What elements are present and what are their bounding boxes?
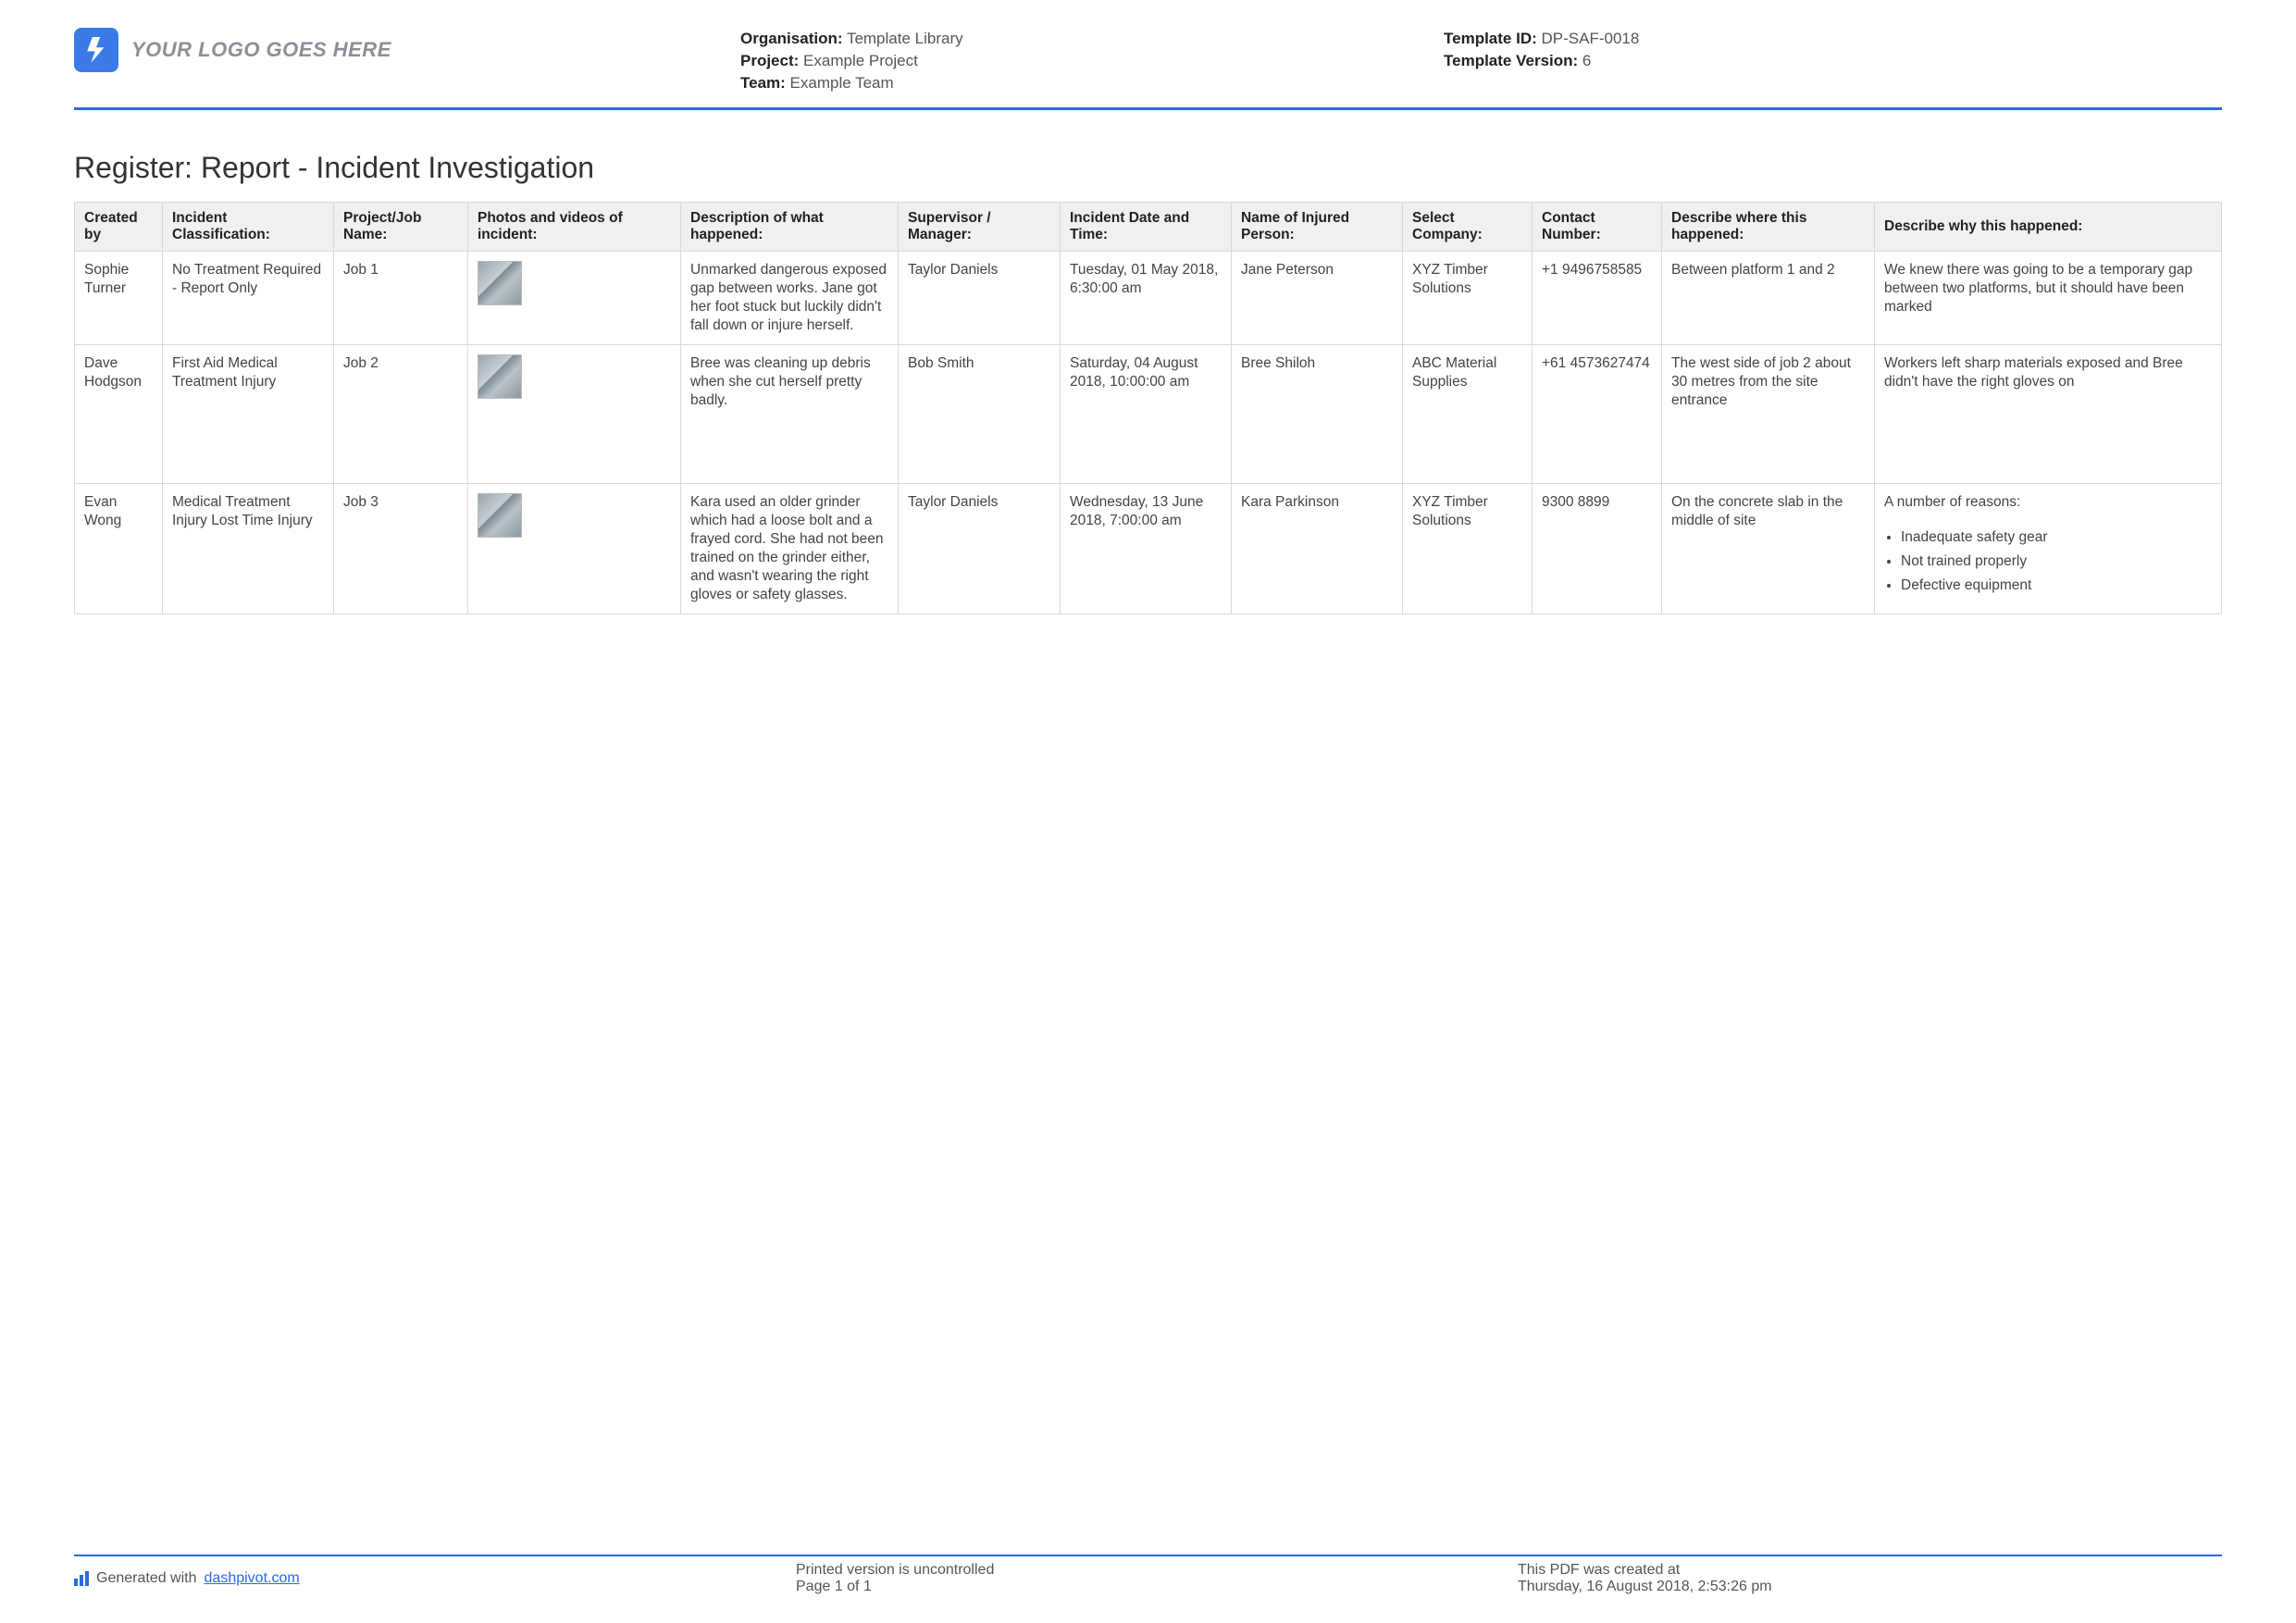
- cell-supervisor: Bob Smith: [899, 345, 1061, 484]
- cell-datetime: Saturday, 04 August 2018, 10:00:00 am: [1061, 345, 1232, 484]
- cell-classification: No Treatment Required - Report Only: [163, 252, 334, 345]
- cell-created-by: Dave Hodgson: [75, 345, 163, 484]
- uncontrolled-notice: Printed version is uncontrolled: [796, 1562, 1518, 1579]
- cell-contact: 9300 8899: [1533, 484, 1662, 614]
- table-row: Evan Wong Medical Treatment Injury Lost …: [75, 484, 2222, 614]
- document-footer: Generated with dashpivot.com Printed ver…: [74, 1555, 2222, 1595]
- why-text: Workers left sharp materials exposed and…: [1884, 355, 2183, 390]
- cell-company: XYZ Timber Solutions: [1403, 484, 1533, 614]
- template-version-value: 6: [1582, 52, 1591, 69]
- dashpivot-link[interactable]: dashpivot.com: [205, 1570, 300, 1587]
- cell-contact: +1 9496758585: [1533, 252, 1662, 345]
- col-where: Describe where this happened:: [1662, 203, 1875, 252]
- generated-with-label: Generated with: [96, 1570, 197, 1587]
- cell-description: Unmarked dangerous exposed gap between w…: [681, 252, 899, 345]
- document-header: YOUR LOGO GOES HERE Organisation: Templa…: [74, 19, 2222, 110]
- cell-job: Job 2: [334, 345, 468, 484]
- template-version-label: Template Version:: [1444, 52, 1578, 69]
- project-label: Project:: [740, 52, 799, 69]
- cell-classification: First Aid Medical Treatment Injury: [163, 345, 334, 484]
- col-description: Description of what happened:: [681, 203, 899, 252]
- cell-job: Job 1: [334, 252, 468, 345]
- project-value: Example Project: [803, 52, 918, 69]
- cell-contact: +61 4573627474: [1533, 345, 1662, 484]
- col-photos: Photos and videos of incident:: [468, 203, 681, 252]
- cell-photos: [468, 345, 681, 484]
- cell-company: XYZ Timber Solutions: [1403, 252, 1533, 345]
- col-why: Describe why this happened:: [1875, 203, 2222, 252]
- header-meta-left: Organisation: Template Library Project: …: [740, 28, 1444, 94]
- logo-icon: [74, 28, 118, 72]
- cell-where: Between platform 1 and 2: [1662, 252, 1875, 345]
- cell-supervisor: Taylor Daniels: [899, 484, 1061, 614]
- footer-middle: Printed version is uncontrolled Page 1 o…: [796, 1562, 1518, 1595]
- page-title: Register: Report - Incident Investigatio…: [74, 151, 2222, 185]
- cell-created-by: Evan Wong: [75, 484, 163, 614]
- cell-description: Bree was cleaning up debris when she cut…: [681, 345, 899, 484]
- template-id-value: DP-SAF-0018: [1542, 30, 1640, 47]
- created-at-value: Thursday, 16 August 2018, 2:53:26 pm: [1518, 1579, 2222, 1595]
- table-row: Sophie Turner No Treatment Required - Re…: [75, 252, 2222, 345]
- cell-why: We knew there was going to be a temporar…: [1875, 252, 2222, 345]
- cell-injured: Kara Parkinson: [1232, 484, 1403, 614]
- template-id-label: Template ID:: [1444, 30, 1537, 47]
- why-reasons-list: Inadequate safety gear Not trained prope…: [1901, 528, 2212, 595]
- page-number: Page 1 of 1: [796, 1579, 1518, 1595]
- list-item: Inadequate safety gear: [1901, 528, 2212, 547]
- table-header-row: Created by Incident Classification: Proj…: [75, 203, 2222, 252]
- team-label: Team:: [740, 74, 786, 92]
- cell-why: Workers left sharp materials exposed and…: [1875, 345, 2222, 484]
- dashpivot-icon: [74, 1571, 89, 1586]
- footer-right: This PDF was created at Thursday, 16 Aug…: [1518, 1562, 2222, 1595]
- cell-why: A number of reasons: Inadequate safety g…: [1875, 484, 2222, 614]
- why-text: A number of reasons:: [1884, 494, 2020, 510]
- cell-created-by: Sophie Turner: [75, 252, 163, 345]
- cell-classification: Medical Treatment Injury Lost Time Injur…: [163, 484, 334, 614]
- cell-injured: Bree Shiloh: [1232, 345, 1403, 484]
- cell-job: Job 3: [334, 484, 468, 614]
- list-item: Defective equipment: [1901, 576, 2212, 595]
- header-meta-right: Template ID: DP-SAF-0018 Template Versio…: [1444, 28, 2222, 72]
- team-value: Example Team: [790, 74, 894, 92]
- cell-where: The west side of job 2 about 30 metres f…: [1662, 345, 1875, 484]
- cell-photos: [468, 484, 681, 614]
- cell-photos: [468, 252, 681, 345]
- cell-datetime: Tuesday, 01 May 2018, 6:30:00 am: [1061, 252, 1232, 345]
- register-table: Created by Incident Classification: Proj…: [74, 202, 2222, 614]
- col-company: Select Company:: [1403, 203, 1533, 252]
- cell-description: Kara used an older grinder which had a l…: [681, 484, 899, 614]
- logo-block: YOUR LOGO GOES HERE: [74, 28, 740, 72]
- cell-company: ABC Material Supplies: [1403, 345, 1533, 484]
- why-text: We knew there was going to be a temporar…: [1884, 262, 2192, 315]
- col-datetime: Incident Date and Time:: [1061, 203, 1232, 252]
- col-supervisor: Supervisor / Manager:: [899, 203, 1061, 252]
- cell-where: On the concrete slab in the middle of si…: [1662, 484, 1875, 614]
- col-job-name: Project/Job Name:: [334, 203, 468, 252]
- list-item: Not trained properly: [1901, 552, 2212, 571]
- col-injured: Name of Injured Person:: [1232, 203, 1403, 252]
- photo-thumbnail-icon: [478, 354, 522, 399]
- org-label: Organisation:: [740, 30, 843, 47]
- col-created-by: Created by: [75, 203, 163, 252]
- col-contact: Contact Number:: [1533, 203, 1662, 252]
- photo-thumbnail-icon: [478, 261, 522, 305]
- cell-supervisor: Taylor Daniels: [899, 252, 1061, 345]
- logo-placeholder-text: YOUR LOGO GOES HERE: [131, 38, 391, 62]
- cell-injured: Jane Peterson: [1232, 252, 1403, 345]
- org-value: Template Library: [847, 30, 963, 47]
- cell-datetime: Wednesday, 13 June 2018, 7:00:00 am: [1061, 484, 1232, 614]
- footer-left: Generated with dashpivot.com: [74, 1562, 796, 1595]
- created-at-label: This PDF was created at: [1518, 1562, 2222, 1579]
- table-row: Dave Hodgson First Aid Medical Treatment…: [75, 345, 2222, 484]
- col-classification: Incident Classification:: [163, 203, 334, 252]
- photo-thumbnail-icon: [478, 493, 522, 538]
